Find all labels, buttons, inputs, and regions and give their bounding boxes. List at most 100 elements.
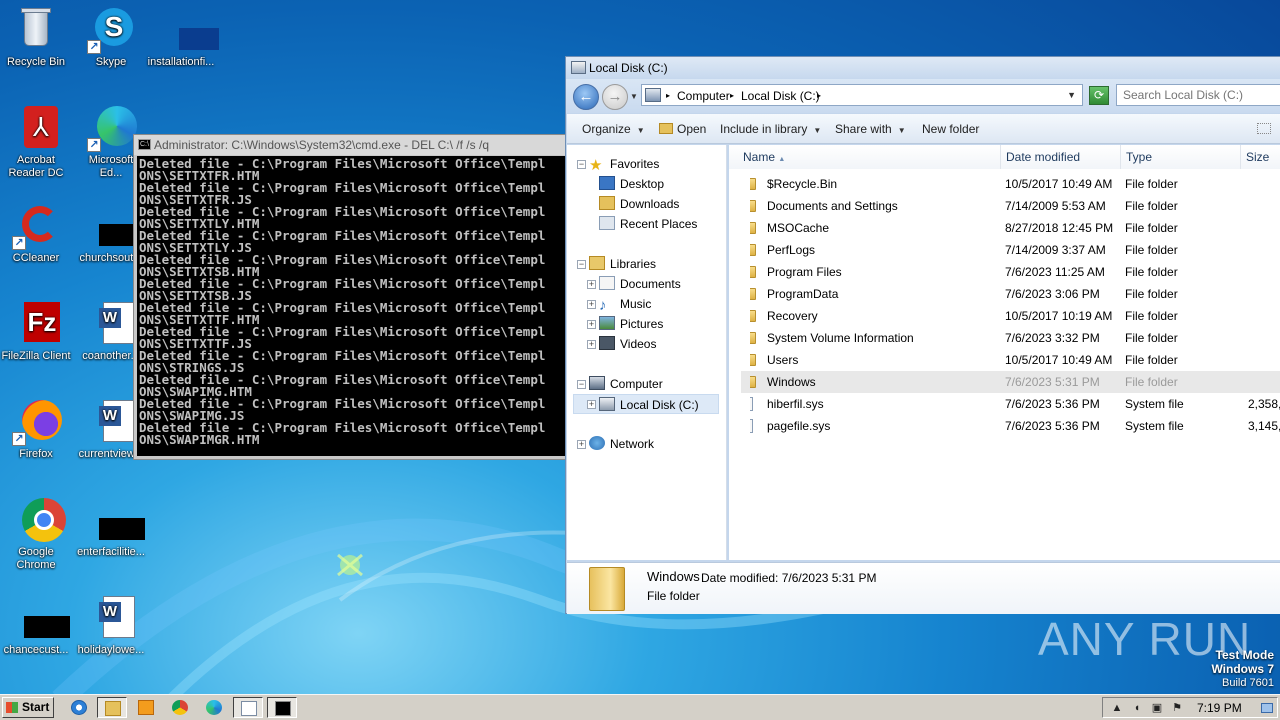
address-dropdown-icon[interactable]: ▼ (1067, 90, 1076, 100)
taskbar-chrome[interactable] (165, 697, 195, 718)
details-modified: Date modified: 7/6/2023 5:31 PM (701, 571, 877, 585)
network-tray-icon[interactable]: ▣ (1151, 702, 1163, 714)
clock[interactable]: 7:19 PM (1197, 701, 1242, 715)
file-row[interactable]: Documents and Settings 7/14/2009 5:53 AM F… (741, 195, 1280, 217)
show-desktop-icon[interactable] (1261, 703, 1273, 713)
include-in-library-button[interactable]: Include in library ▼ (720, 122, 821, 136)
collapse-computer-icon[interactable]: − (577, 380, 586, 389)
breadcrumb-arrow-icon[interactable]: ▸ (817, 91, 821, 100)
file-name: Recovery (750, 305, 998, 327)
nav-recent-places[interactable]: Recent Places (599, 214, 697, 234)
file-row[interactable]: ProgramData 7/6/2023 3:06 PM File folder (741, 283, 1280, 305)
recent-pages-dropdown-icon[interactable]: ▼ (630, 92, 638, 101)
desktop-icon-ccleaner[interactable]: ↗ CCleaner (1, 202, 71, 265)
downloads-folder-icon (599, 196, 615, 210)
expand-icon[interactable]: + (587, 400, 596, 409)
file-row[interactable]: PerfLogs 7/14/2009 3:37 AM File folder (741, 239, 1280, 261)
nav-libraries[interactable]: Libraries (589, 254, 656, 274)
action-center-icon[interactable]: ⚑ (1171, 702, 1183, 714)
cmd-output-line: ONS\SWAPIMGR.HTM (139, 432, 260, 447)
taskbar-media-player[interactable] (131, 697, 161, 718)
show-hidden-icons-icon[interactable]: ▲ (1111, 702, 1123, 714)
cmd-console-output[interactable]: Deleted file - C:\Program Files\Microsof… (137, 156, 565, 456)
file-row[interactable]: hiberfil.sys 7/6/2023 5:36 PM System file 2… (741, 393, 1280, 415)
expand-icon[interactable]: + (587, 300, 596, 309)
desktop-icon-filezilla[interactable]: Fz FileZilla Client (1, 300, 71, 363)
back-button[interactable]: ← (573, 84, 599, 110)
desktop-icon-enterfacilities[interactable]: enterfacilitie... (76, 496, 146, 559)
cmd-titlebar[interactable]: C:\ Administrator: C:\Windows\System32\c… (134, 135, 568, 155)
column-header-date[interactable]: Date modified (1001, 145, 1121, 169)
column-header-name[interactable]: Name ▲ (729, 145, 1001, 169)
expand-network-icon[interactable]: + (577, 440, 586, 449)
file-row[interactable]: Recovery 10/5/2017 10:19 AM File folder (741, 305, 1280, 327)
file-name: hiberfil.sys (750, 393, 998, 415)
nav-favorites[interactable]: ★ Favorites (589, 154, 659, 174)
nav-computer[interactable]: Computer (589, 374, 663, 394)
open-button[interactable]: Open (659, 122, 706, 136)
breadcrumb-arrow-icon[interactable]: ▸ (666, 91, 670, 100)
blank-file-icon (87, 496, 145, 544)
volume-icon[interactable]: ◖ (1131, 702, 1143, 714)
file-row[interactable]: MSOCache 8/27/2018 12:45 PM File folder (741, 217, 1280, 239)
column-header-size[interactable]: Size (1241, 145, 1280, 169)
search-input[interactable] (1117, 85, 1280, 105)
desktop-icon-acrobat[interactable]: ⅄ Acrobat Reader DC (1, 104, 71, 180)
nav-pictures[interactable]: Pictures (599, 314, 663, 334)
collapse-favorites-icon[interactable]: − (577, 160, 586, 169)
file-row[interactable]: $Recycle.Bin 10/5/2017 10:49 AM File folde… (741, 173, 1280, 195)
nav-downloads[interactable]: Downloads (599, 194, 679, 214)
file-row[interactable]: Program Files 7/6/2023 11:25 AM File folde… (741, 261, 1280, 283)
explorer-titlebar[interactable]: Local Disk (C:) (566, 57, 1280, 79)
desktop-icon-installationfile[interactable]: installationfi... (146, 6, 219, 69)
shortcut-arrow-icon: ↗ (87, 138, 101, 152)
file-row[interactable]: Windows 7/6/2023 5:31 PM File folder (741, 371, 1280, 393)
taskbar-notepad[interactable] (233, 697, 263, 718)
nav-documents[interactable]: Documents (599, 274, 681, 294)
cmd-window[interactable]: C:\ Administrator: C:\Windows\System32\c… (133, 134, 569, 460)
sort-ascending-icon: ▲ (778, 156, 786, 163)
taskbar-edge[interactable] (199, 697, 229, 718)
nav-videos[interactable]: Videos (599, 334, 656, 354)
taskbar-cmd[interactable] (267, 697, 297, 718)
desktop-icon-chrome[interactable]: Google Chrome (1, 496, 71, 572)
column-header-type[interactable]: Type (1121, 145, 1241, 169)
refresh-button[interactable]: ⟳ (1089, 86, 1109, 105)
file-name: Windows (750, 371, 998, 393)
organize-button[interactable]: Organize ▼ (582, 122, 645, 136)
desktop-icon-recycle-bin[interactable]: Recycle Bin (1, 6, 71, 69)
desktop-icon-skype[interactable]: S ↗ Skype (76, 6, 146, 69)
taskbar: Start ▲ ◖ ▣ ⚑ 7:19 PM (0, 694, 1280, 720)
taskbar-explorer[interactable] (97, 697, 127, 718)
file-type: File folder (1125, 243, 1178, 257)
folder-icon (750, 266, 756, 278)
desktop-icon-chancecust[interactable]: chancecust... (1, 594, 71, 657)
nav-desktop[interactable]: Desktop (599, 174, 664, 194)
view-options-icon[interactable] (1257, 123, 1271, 134)
file-row[interactable]: System Volume Information 7/6/2023 3:32 P… (741, 327, 1280, 349)
start-button[interactable]: Start (2, 697, 54, 718)
forward-button[interactable]: → (602, 84, 628, 110)
nav-network[interactable]: Network (589, 434, 654, 454)
address-bar[interactable]: ▸ Computer ▸ Local Disk (C:) ▸ ▼ (641, 84, 1083, 106)
media-player-icon (138, 700, 154, 715)
breadcrumb-computer[interactable]: Computer (677, 89, 730, 103)
search-box[interactable] (1116, 84, 1280, 106)
collapse-libraries-icon[interactable]: − (577, 260, 586, 269)
expand-icon[interactable]: + (587, 340, 596, 349)
expand-icon[interactable]: + (587, 280, 596, 289)
desktop-icon-firefox[interactable]: ↗ Firefox (1, 398, 71, 461)
desktop-icon-holidaylowe[interactable]: W holidaylowe... (76, 594, 146, 657)
explorer-window[interactable]: Local Disk (C:) ← → ▼ ▸ Computer ▸ Local… (565, 56, 1280, 614)
file-list: Name ▲ Date modified Type Size $Recycle.… (729, 145, 1280, 560)
breadcrumb-arrow-icon[interactable]: ▸ (730, 91, 734, 100)
breadcrumb-local-disk[interactable]: Local Disk (C:) (741, 89, 820, 103)
file-row[interactable]: Users 10/5/2017 10:49 AM File folder (741, 349, 1280, 371)
nav-music[interactable]: ♪ Music (599, 294, 651, 314)
new-folder-button[interactable]: New folder (922, 122, 979, 136)
expand-icon[interactable]: + (587, 320, 596, 329)
share-with-button[interactable]: Share with ▼ (835, 122, 906, 136)
file-row[interactable]: pagefile.sys 7/6/2023 5:36 PM System file 3… (741, 415, 1280, 437)
videos-icon (599, 336, 615, 350)
taskbar-ie[interactable] (64, 697, 94, 718)
